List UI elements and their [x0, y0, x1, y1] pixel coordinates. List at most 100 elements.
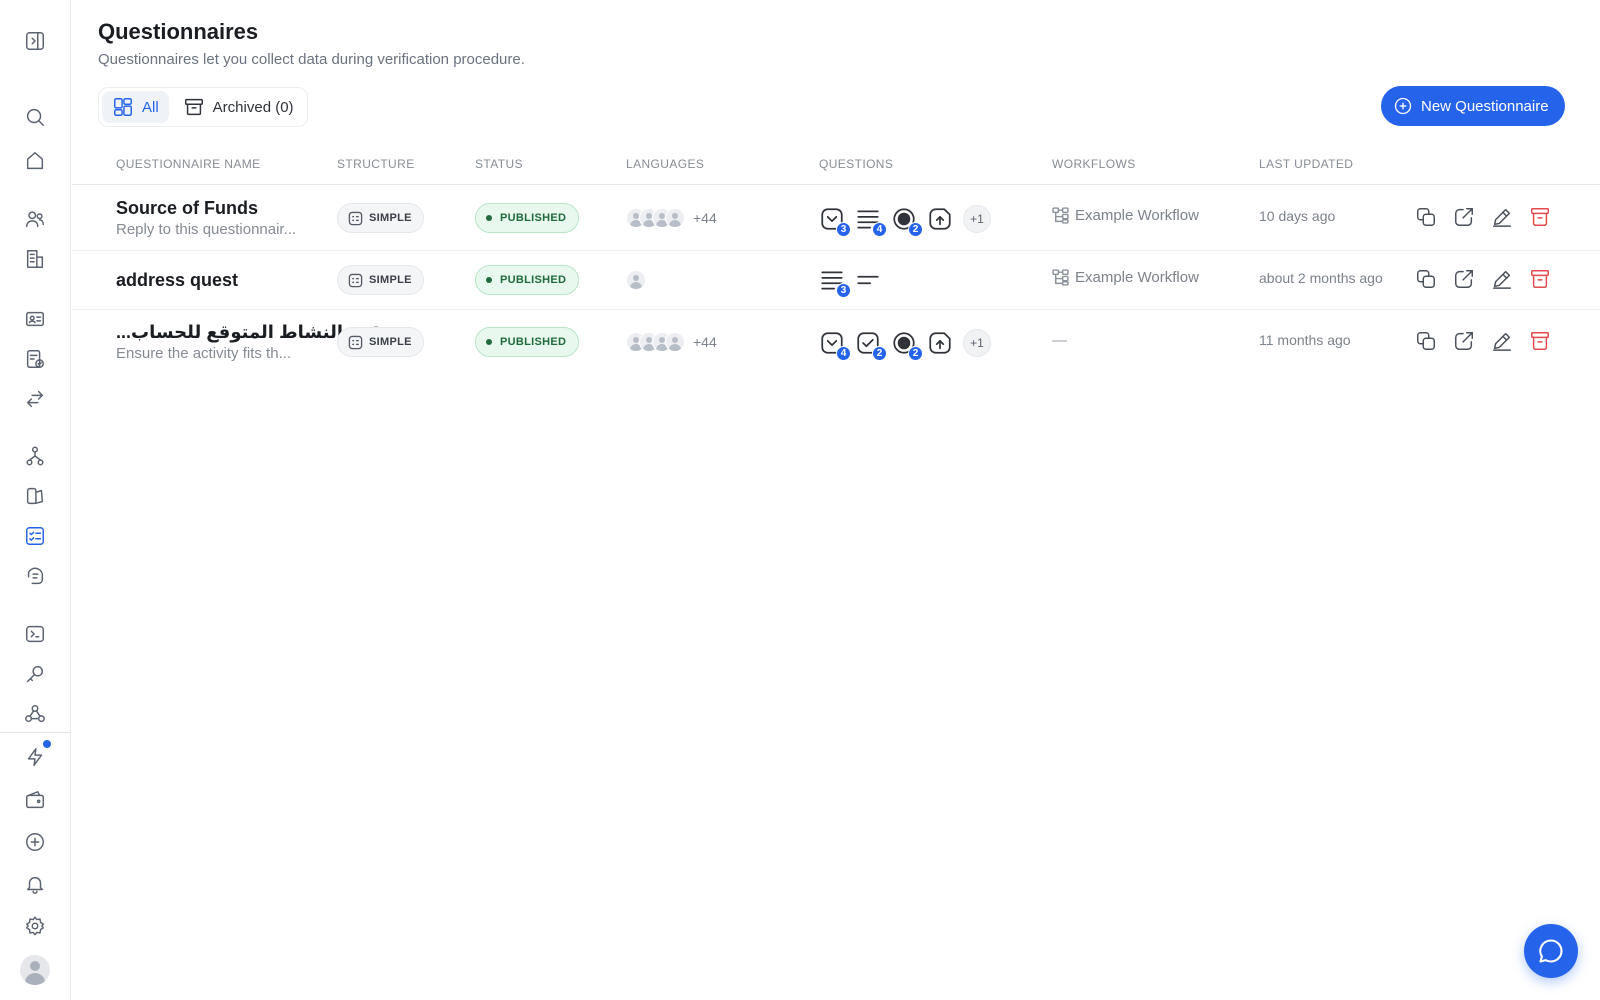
- questionnaires-icon[interactable]: [22, 523, 48, 549]
- page-title: Questionnaires: [98, 19, 259, 44]
- question-count: 2: [908, 346, 923, 361]
- wallet-icon[interactable]: [22, 787, 48, 813]
- document-check-icon[interactable]: [22, 346, 48, 372]
- duplicate-icon[interactable]: [1415, 330, 1437, 352]
- main-content: Questionnaires Questionnaires let you co…: [72, 0, 1600, 1000]
- structure-label: SIMPLE: [369, 336, 412, 348]
- col-languages: LANGUAGES: [626, 157, 705, 171]
- short-text-question-icon: [855, 267, 881, 293]
- duplicate-icon[interactable]: [1415, 268, 1437, 290]
- open-external-icon[interactable]: [1453, 268, 1475, 290]
- terminal-icon[interactable]: [22, 621, 48, 647]
- checkbox-question-icon: 2: [855, 330, 887, 361]
- questionnaire-description: Reply to this questionnair...: [116, 221, 297, 238]
- workflow-tree-icon: [1052, 269, 1069, 286]
- more-questions[interactable]: +1: [963, 205, 991, 233]
- last-updated: 10 days ago: [1259, 208, 1336, 224]
- tab-all[interactable]: All: [102, 91, 169, 123]
- face-check-icon[interactable]: [22, 563, 48, 589]
- workflow-icon[interactable]: [22, 443, 48, 469]
- question-types: 3: [819, 267, 881, 298]
- key-icon[interactable]: [22, 661, 48, 687]
- edit-pencil-icon[interactable]: [1491, 206, 1513, 228]
- duplicate-icon[interactable]: [1415, 206, 1437, 228]
- col-last-updated[interactable]: LAST UPDATED: [1259, 157, 1353, 171]
- open-external-icon[interactable]: [1453, 206, 1475, 228]
- users-icon[interactable]: [22, 206, 48, 232]
- language-avatar: [665, 332, 685, 352]
- last-updated: about 2 months ago: [1259, 270, 1383, 286]
- grid-icon: [114, 98, 132, 116]
- structure-label: SIMPLE: [369, 274, 412, 286]
- id-card-icon[interactable]: [22, 306, 48, 332]
- bell-icon[interactable]: [22, 871, 48, 897]
- table-row[interactable]: address quest SIMPLE PUBLISHED 3 Example…: [72, 251, 1600, 310]
- page-subtitle: Questionnaires let you collect data duri…: [98, 51, 525, 68]
- lightning-icon[interactable]: [22, 740, 51, 770]
- structure-badge: SIMPLE: [337, 203, 424, 233]
- home-icon[interactable]: [22, 148, 48, 174]
- sidebar-toggle-icon[interactable]: [22, 28, 48, 54]
- dropdown-question-icon: 3: [819, 206, 851, 237]
- radio-question-icon: 2: [891, 330, 923, 361]
- structure-badge: SIMPLE: [337, 327, 424, 357]
- status-badge: PUBLISHED: [475, 327, 580, 357]
- user-avatar[interactable]: [20, 955, 50, 985]
- questionnaire-name[interactable]: address quest: [116, 270, 238, 291]
- settings-gear-icon[interactable]: [22, 913, 48, 939]
- search-icon[interactable]: [22, 104, 48, 130]
- status-badge: PUBLISHED: [475, 265, 580, 295]
- new-questionnaire-label: New Questionnaire: [1421, 97, 1549, 115]
- question-count: 2: [908, 222, 923, 237]
- languages: [626, 270, 646, 290]
- chat-bubble-icon: [1539, 939, 1563, 963]
- tab-all-label: All: [142, 98, 159, 116]
- edit-pencil-icon[interactable]: [1491, 330, 1513, 352]
- archive-row-icon[interactable]: [1529, 206, 1551, 228]
- notification-dot: [43, 740, 51, 748]
- companies-icon[interactable]: [22, 246, 48, 272]
- transfer-arrows-icon[interactable]: [22, 386, 48, 412]
- form-icon: [348, 273, 363, 287]
- languages: +44: [626, 332, 717, 352]
- edit-pencil-icon[interactable]: [1491, 268, 1513, 290]
- languages: +44: [626, 208, 717, 228]
- structure-label: SIMPLE: [369, 212, 412, 224]
- workflow-tree-icon: [1052, 207, 1069, 224]
- table-row[interactable]: ...قة والنشاط المتوقع للحساب Ensure the …: [72, 310, 1600, 376]
- question-count: 3: [836, 222, 851, 237]
- archive-row-icon[interactable]: [1529, 330, 1551, 352]
- chat-support-button[interactable]: [1524, 924, 1578, 978]
- row-actions: [1415, 206, 1551, 228]
- languages-more: +44: [693, 210, 717, 226]
- design-icon[interactable]: [22, 483, 48, 509]
- workflow-name: Example Workflow: [1075, 269, 1199, 286]
- tab-archived-label: Archived (0): [212, 98, 294, 116]
- sidebar-divider: [0, 732, 71, 733]
- workflow-empty: —: [1052, 332, 1067, 349]
- workflow-link[interactable]: Example Workflow: [1052, 269, 1199, 286]
- status-badge: PUBLISHED: [475, 203, 580, 233]
- languages-more: +44: [693, 334, 717, 350]
- form-icon: [348, 211, 363, 225]
- tab-archived[interactable]: Archived (0): [173, 91, 304, 123]
- question-types: 4 2 2 +1: [819, 329, 991, 361]
- table-row[interactable]: Source of Funds Reply to this questionna…: [72, 186, 1600, 251]
- open-external-icon[interactable]: [1453, 330, 1475, 352]
- question-count: 4: [872, 222, 887, 237]
- question-count: 2: [872, 346, 887, 361]
- archive-row-icon[interactable]: [1529, 268, 1551, 290]
- last-updated: 11 months ago: [1259, 332, 1351, 348]
- questionnaire-name[interactable]: Source of Funds: [116, 198, 296, 219]
- col-questions: QUESTIONS: [819, 157, 894, 171]
- add-circle-icon[interactable]: [22, 829, 48, 855]
- file-upload-question-icon: [927, 330, 953, 356]
- row-actions: [1415, 268, 1551, 290]
- new-questionnaire-button[interactable]: New Questionnaire: [1381, 86, 1565, 126]
- archive-icon: [184, 98, 203, 116]
- webhook-icon[interactable]: [22, 701, 48, 727]
- col-name[interactable]: QUESTIONNAIRE NAME: [116, 157, 261, 171]
- workflow-link[interactable]: Example Workflow: [1052, 207, 1199, 224]
- more-questions[interactable]: +1: [963, 329, 991, 357]
- row-actions: [1415, 330, 1551, 352]
